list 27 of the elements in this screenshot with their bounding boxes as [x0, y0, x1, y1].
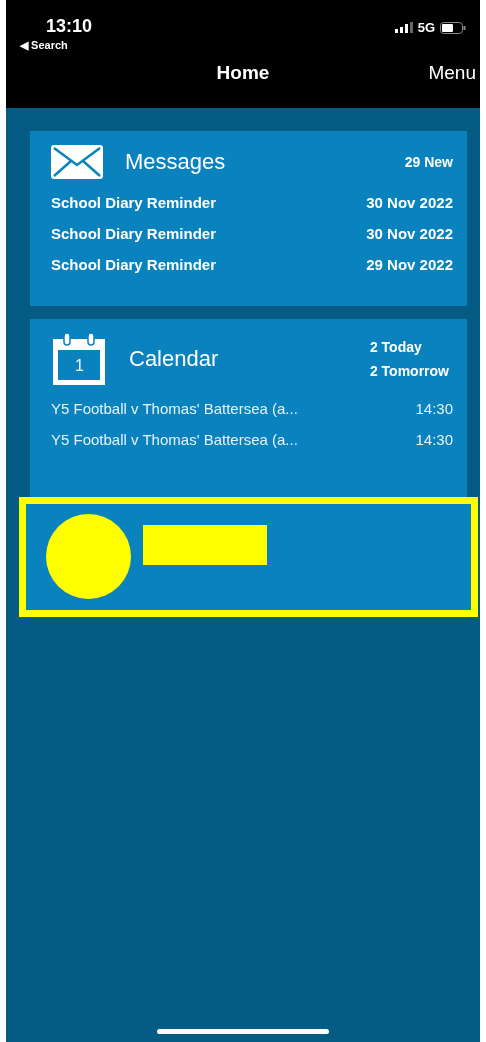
today-count: 2 Today	[369, 339, 422, 355]
event-time: 14:30	[415, 431, 453, 448]
card-title: Calendar	[129, 346, 220, 372]
event-title[interactable]: Y5 Football v Thomas' Battersea (a...	[51, 431, 298, 448]
event-time: 14:30	[415, 400, 453, 417]
message-date: 29 Nov 2022	[366, 256, 453, 273]
signal-icon	[394, 22, 413, 33]
message-date: 30 Nov 2022	[366, 194, 453, 211]
envelope-icon	[51, 145, 103, 179]
nav-title: Home	[216, 62, 270, 84]
new-count: 29 New	[404, 154, 453, 170]
calendar-icon	[51, 333, 107, 385]
battery-icon	[440, 21, 466, 34]
event-title[interactable]: Y5 Football v Thomas' Battersea (a...	[51, 400, 298, 417]
message-subject[interactable]: School Diary Reminder	[51, 194, 217, 211]
network-label: 5G	[417, 20, 435, 35]
tomorrow-count: 2 Tomorrow	[369, 363, 449, 379]
message-date: 30 Nov 2022	[366, 225, 453, 242]
status-time: 13:10	[46, 16, 93, 37]
card-title: Messages	[125, 149, 227, 175]
message-subject[interactable]: School Diary Reminder	[51, 256, 217, 273]
menu-button[interactable]: Menu	[428, 62, 476, 84]
back-link[interactable]: ◀ Search	[20, 39, 68, 52]
messages-card[interactable]: Messages 29 New School Diary Reminder 30 Nov 2022 School Diary Reminder 30 Nov 2022 School Diary Reminder 29 Nov 2022	[30, 131, 467, 306]
calendar-day: 1	[75, 357, 84, 375]
message-subject[interactable]: School Diary Reminder	[51, 225, 217, 242]
calendar-card[interactable]: 1 Calendar 2 Today 2 Tomorrow Y5 Football v Thomas' Battersea (a... 14:30 Y5 Football v Thomas' Battersea (a... 14:30	[30, 319, 467, 497]
